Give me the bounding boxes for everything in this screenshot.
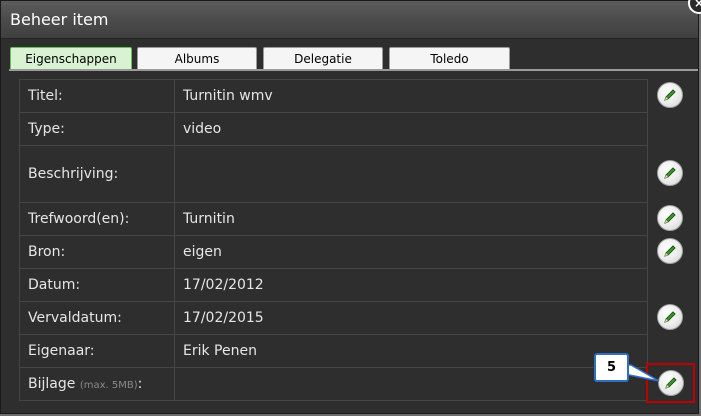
pencil-icon	[664, 89, 676, 101]
table-row: Datum: 17/02/2012	[19, 268, 648, 302]
property-value: 17/02/2012	[174, 268, 648, 302]
property-value: video	[174, 112, 648, 146]
property-value	[174, 367, 648, 401]
property-value: 17/02/2015	[174, 301, 648, 335]
pencil-icon	[664, 311, 676, 323]
property-label: Datum:	[19, 268, 175, 302]
table-row: Bron: eigen	[19, 235, 648, 269]
property-label: Type:	[19, 112, 175, 146]
properties-table: Titel: Turnitin wmv Type: video Beschrij…	[19, 79, 648, 401]
tab-eigenschappen[interactable]: Eigenschappen	[10, 47, 132, 69]
property-value: eigen	[174, 235, 648, 269]
table-row: Eigenaar: Erik Penen	[19, 334, 648, 368]
bijlage-label: Bijlage	[28, 376, 76, 392]
property-label: Titel:	[19, 79, 175, 113]
callout-step-number: 5	[594, 353, 629, 382]
table-row: Beschrijving:	[19, 145, 648, 203]
edit-vervaldatum-button[interactable]	[657, 304, 683, 330]
property-value	[174, 145, 648, 203]
tab-delegatie[interactable]: Delegatie	[263, 47, 383, 69]
table-row: Type: video	[19, 112, 648, 146]
dialog-title: Beheer item	[10, 10, 109, 29]
bijlage-colon: :	[137, 376, 143, 392]
tab-toledo[interactable]: Toledo	[389, 47, 510, 69]
property-label: Eigenaar:	[19, 334, 175, 368]
table-row: Trefwoord(en): Turnitin	[19, 202, 648, 236]
property-value: Turnitin wmv	[174, 79, 648, 113]
dialog-titlebar: Beheer item	[1, 1, 698, 39]
property-label: Bijlage (max. 5MB):	[19, 367, 175, 401]
edit-trefwoorden-button[interactable]	[657, 205, 683, 231]
edit-bron-button[interactable]	[657, 238, 683, 264]
property-label: Vervaldatum:	[19, 301, 175, 335]
pencil-icon	[664, 245, 676, 257]
edit-titel-button[interactable]	[657, 82, 683, 108]
tab-albums[interactable]: Albums	[137, 47, 257, 69]
edit-beschrijving-button[interactable]	[657, 160, 683, 186]
pencil-icon	[664, 167, 676, 179]
property-value: Turnitin	[174, 202, 648, 236]
property-value: Erik Penen	[174, 334, 648, 368]
table-row: Titel: Turnitin wmv	[19, 79, 648, 113]
property-label: Bron:	[19, 235, 175, 269]
pencil-icon	[664, 212, 676, 224]
property-label: Trefwoord(en):	[19, 202, 175, 236]
bijlage-size-hint: (max. 5MB)	[79, 380, 138, 391]
table-row: Bijlage (max. 5MB):	[19, 367, 648, 401]
table-row: Vervaldatum: 17/02/2015	[19, 301, 648, 335]
beheer-item-dialog: Beheer item Eigenschappen Albums Delegat…	[0, 0, 699, 414]
property-label: Beschrijving:	[19, 145, 175, 203]
